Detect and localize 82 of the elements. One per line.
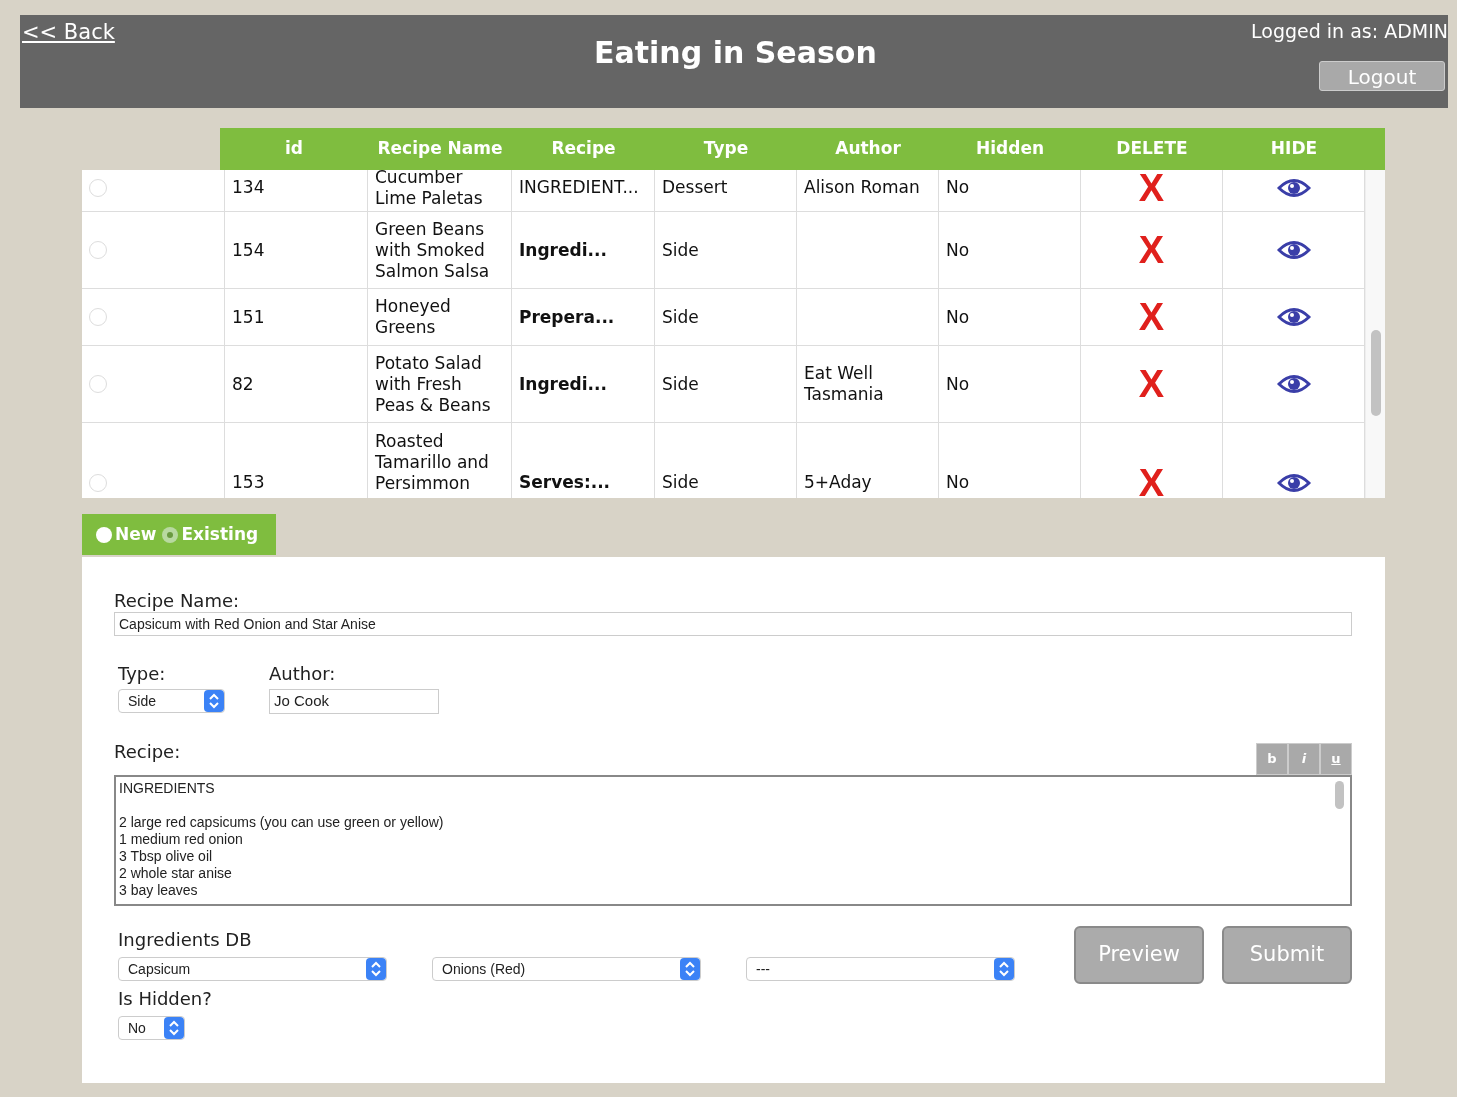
login-status: Logged in as: ADMIN — [1251, 19, 1448, 44]
row-radio[interactable] — [89, 375, 107, 393]
table-cell: Side — [662, 472, 699, 493]
back-link[interactable]: << Back — [22, 17, 115, 49]
eye-icon[interactable] — [1276, 471, 1311, 494]
column-header: Type — [655, 128, 797, 170]
eye-icon[interactable] — [1276, 306, 1311, 328]
recipe-text-line: 3 Tbsp olive oil — [119, 848, 213, 865]
column-header: Recipe Name — [368, 128, 512, 170]
stepper-icon — [204, 690, 224, 712]
table-cell-text: Green Beans with Smoked Salmon Salsa — [375, 218, 491, 282]
table-cell: 134 — [232, 177, 265, 198]
eye-icon[interactable] — [1276, 373, 1311, 395]
recipe-text-line: 1 medium red onion — [119, 831, 243, 848]
scrollbar-thumb[interactable] — [1335, 781, 1344, 809]
table-cell: INGREDIENT... — [519, 177, 639, 198]
stepper-icon — [164, 1017, 184, 1039]
recipe-text-line: INGREDIENTS — [119, 780, 215, 797]
table-cell: Serves:... — [519, 472, 611, 493]
column-header: Author — [797, 128, 939, 170]
field-label: Is Hidden? — [118, 987, 213, 1011]
field-label: Ingredients DB — [118, 928, 253, 952]
stepper-icon — [366, 958, 386, 980]
table-cell: Side — [662, 373, 699, 395]
table-cell-text: Roasted Tamarillo and Persimmon — [375, 431, 490, 494]
table-cell: Prepera... — [519, 306, 615, 328]
table-cell: 154 — [232, 239, 265, 261]
column-header: DELETE — [1081, 128, 1223, 170]
table-cell: Side — [662, 239, 699, 261]
column-header: Recipe — [512, 128, 655, 170]
table-cell: No — [946, 472, 970, 493]
author-field[interactable]: Jo Cook — [269, 689, 439, 714]
table-cell: 151 — [232, 306, 265, 328]
table-cell-text: Honeyed Greens — [375, 296, 452, 338]
table-cell-text: Eat Well Tasmania — [804, 363, 885, 405]
table-cell: No — [946, 306, 970, 328]
table-cell: 82 — [232, 373, 254, 395]
table-cell-text: Cucumber Lime Paletas — [375, 170, 484, 209]
table-cell: Side — [662, 306, 699, 328]
delete-button[interactable]: X — [1138, 233, 1165, 267]
table-cell: Alison Roman — [804, 177, 920, 198]
ingredient-select[interactable]: --- — [746, 957, 1015, 981]
delete-button[interactable]: X — [1138, 367, 1165, 401]
table-header-end — [1365, 128, 1385, 170]
field-label: Author: — [269, 662, 337, 686]
field-label: Recipe: — [114, 740, 181, 764]
row-radio[interactable] — [89, 178, 107, 197]
stepper-icon — [994, 958, 1014, 980]
table-cell: No — [946, 239, 970, 261]
table-cell: 153 — [232, 472, 265, 493]
row-radio[interactable] — [89, 308, 107, 326]
recipe-text-line: 2 large red capsicums (you can use green or yellow) — [119, 814, 444, 831]
type-select[interactable]: Side — [118, 689, 225, 713]
delete-button[interactable]: X — [1138, 465, 1165, 498]
column-header: id — [220, 128, 368, 170]
table-cell: No — [946, 177, 970, 198]
ingredient-select[interactable]: Capsicum — [118, 957, 387, 981]
column-header: HIDE — [1223, 128, 1365, 170]
delete-button[interactable]: X — [1138, 300, 1165, 334]
table-cell: 5+Aday — [804, 472, 872, 493]
eye-icon[interactable] — [1276, 176, 1311, 199]
table-cell: Dessert — [662, 177, 728, 198]
delete-button[interactable]: X — [1138, 170, 1165, 205]
field-label: Recipe Name: — [114, 590, 241, 612]
row-radio[interactable] — [89, 473, 107, 492]
recipe-text-area[interactable]: INGREDIENTS 2 large red capsicums (you can use green or yellow) 1 medium red onion 3 Tbsp olive oil 2 whole star anise 3 bay leaves — [114, 775, 1352, 906]
recipe-text-line: 3 bay leaves — [119, 882, 198, 899]
table-cell-text: Potato Salad with Fresh Peas & Beans — [375, 352, 492, 416]
stepper-icon — [680, 958, 700, 980]
eye-icon[interactable] — [1276, 239, 1311, 261]
column-header: Hidden — [939, 128, 1081, 170]
hidden-select[interactable]: No — [118, 1016, 185, 1040]
field-label: Type: — [118, 662, 167, 686]
recipe-text-line: 2 whole star anise — [119, 865, 232, 882]
table-cell: No — [946, 373, 970, 395]
table-cell: Ingredi... — [519, 373, 607, 395]
scrollbar-thumb[interactable] — [1371, 330, 1381, 416]
row-radio[interactable] — [89, 241, 107, 259]
table-cell: Ingredi... — [519, 239, 607, 261]
recipe-name-field[interactable]: Capsicum with Red Onion and Star Anise — [114, 612, 1352, 636]
ingredient-select[interactable]: Onions (Red) — [432, 957, 701, 981]
page-title: Eating in Season — [594, 34, 877, 72]
